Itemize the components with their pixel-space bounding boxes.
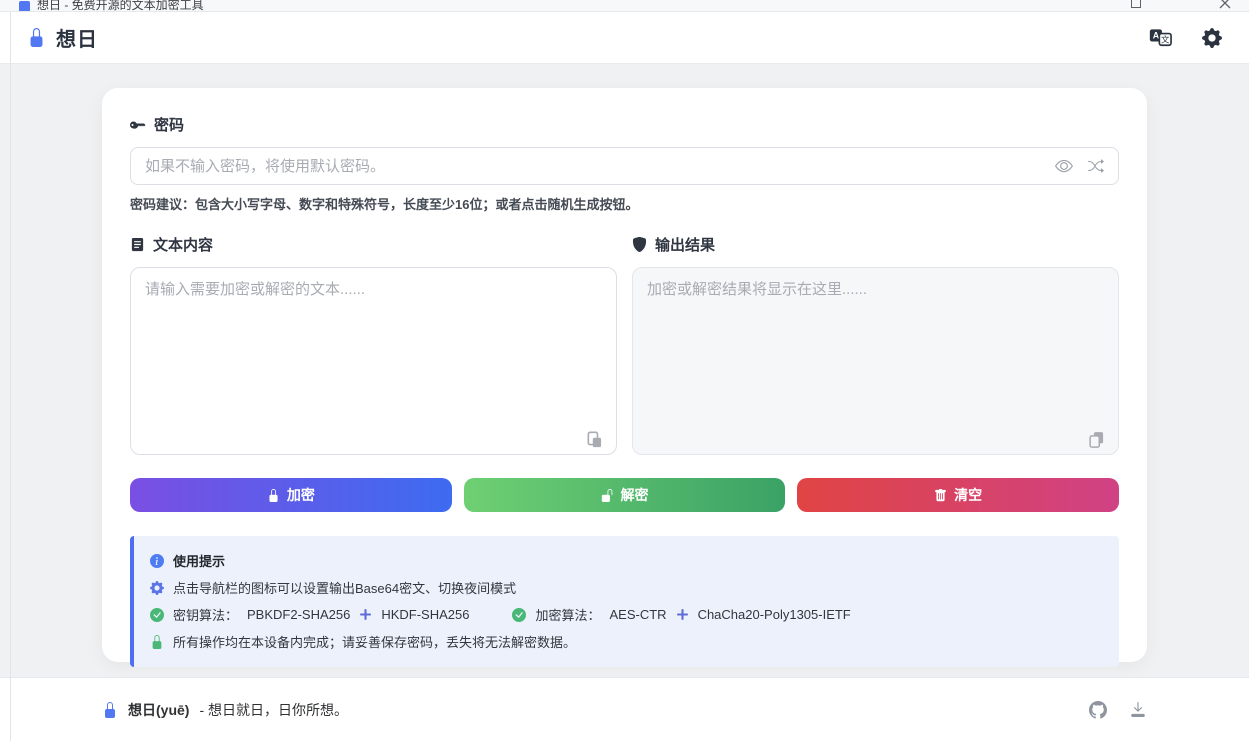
decrypt-button-label: 解密 <box>621 485 649 505</box>
cipher-algo-second: ChaCha20-Poly1305-IETF <box>698 607 851 622</box>
output-section-header: 输出结果 <box>632 234 1119 255</box>
plus-icon <box>359 608 372 621</box>
page-title: 想日 <box>56 23 98 52</box>
cipher-algo-first: AES-CTR <box>610 607 667 622</box>
footer-tagline: - 想日就日，日你所想。 <box>199 700 348 720</box>
copy-icon[interactable] <box>1088 431 1105 448</box>
encrypt-button[interactable]: 加密 <box>130 478 452 512</box>
footer-content: 想日(yuē) - 想日就日，日你所想。 <box>102 700 1147 720</box>
output-label: 输出结果 <box>655 234 715 255</box>
base64-toggle-button[interactable] <box>1149 28 1172 47</box>
tip-security-text: 所有操作均在本设备内完成；请妥善保存密码，丢失将无法解密数据。 <box>173 632 576 651</box>
app-header: 想日 <box>0 12 1249 64</box>
key-icon <box>130 117 146 133</box>
cipher-algo-label: 加密算法： <box>535 605 600 624</box>
tab-title: 想日 - 免费开源的文本加密工具 <box>37 0 204 12</box>
lock-open-icon <box>601 489 614 502</box>
tip-settings-line: 点击导航栏的图标可以设置输出Base64密文、切换夜间模式 <box>150 574 1103 601</box>
tips-title: 使用提示 <box>173 551 225 570</box>
clear-button[interactable]: 清空 <box>797 478 1119 512</box>
settings-button[interactable] <box>1202 28 1222 48</box>
cipher-algo-group: 加密算法： AES-CTR ChaCha20-Poly1305-IETF <box>512 605 850 624</box>
brand: 想日 <box>27 23 98 52</box>
tip-security-line: 所有操作均在本设备内完成；请妥善保存密码，丢失将无法解密数据。 <box>150 628 1103 655</box>
password-field-wrap <box>130 147 1119 185</box>
footer-lock-icon <box>102 702 118 718</box>
lock-closed-icon <box>267 489 280 502</box>
info-circle-icon <box>150 554 164 568</box>
plus-icon <box>676 608 689 621</box>
header-actions <box>1149 28 1222 48</box>
app-lock-icon <box>27 28 46 47</box>
window-edge-line <box>10 12 11 741</box>
key-algo-group: 密钥算法： PBKDF2-SHA256 HKDF-SHA256 <box>150 605 469 624</box>
gear-small-icon <box>150 581 164 595</box>
key-algo-label: 密钥算法： <box>173 605 238 624</box>
usage-tips-box: 使用提示 点击导航栏的图标可以设置输出Base64密文、切换夜间模式 密钥算法：… <box>130 536 1119 667</box>
output-panel: 输出结果 <box>632 234 1119 460</box>
browser-titlebar: 想日 - 免费开源的文本加密工具 <box>0 0 1249 12</box>
window-close-button[interactable] <box>1219 0 1231 9</box>
password-section-header: 密码 <box>130 114 1119 135</box>
tip-title-line: 使用提示 <box>150 547 1103 574</box>
action-buttons: 加密 解密 清空 <box>130 478 1119 512</box>
text-panels: 文本内容 输出结果 <box>130 234 1119 460</box>
input-panel: 文本内容 <box>130 234 617 460</box>
check-circle-icon <box>512 608 526 622</box>
app-footer: 想日(yuē) - 想日就日，日你所想。 <box>0 677 1249 741</box>
shield-icon <box>632 237 647 252</box>
download-icon[interactable] <box>1129 701 1147 719</box>
check-circle-icon <box>150 608 164 622</box>
github-icon[interactable] <box>1089 701 1107 719</box>
document-icon <box>130 237 145 252</box>
decrypt-button[interactable]: 解密 <box>464 478 786 512</box>
translate-az-icon <box>1149 28 1172 47</box>
encrypt-button-label: 加密 <box>287 485 315 505</box>
tab-favicon-icon <box>19 1 30 12</box>
tip-settings-text: 点击导航栏的图标可以设置输出Base64密文、切换夜间模式 <box>173 578 516 597</box>
clear-button-label: 清空 <box>954 485 982 505</box>
input-textarea-wrap <box>130 267 617 460</box>
shuffle-icon[interactable] <box>1088 158 1104 174</box>
lock-green-icon <box>150 635 164 649</box>
input-textarea[interactable] <box>130 267 617 455</box>
password-field-icons <box>1055 147 1104 185</box>
window-maximize-button[interactable] <box>1131 0 1141 8</box>
input-label: 文本内容 <box>153 234 213 255</box>
output-textarea[interactable] <box>632 267 1119 455</box>
footer-links <box>1089 701 1147 719</box>
output-textarea-wrap <box>632 267 1119 460</box>
tip-algorithms-line: 密钥算法： PBKDF2-SHA256 HKDF-SHA256 加密算法： AE… <box>150 601 1103 628</box>
password-label: 密码 <box>154 114 184 135</box>
gear-icon <box>1202 28 1222 48</box>
input-section-header: 文本内容 <box>130 234 617 255</box>
main-area: 密码 密码建议：包含大小写字母、数字和特殊符号，长度至少16位；或者点击随机生成… <box>0 64 1249 677</box>
footer-brand: 想日(yuē) <box>128 700 189 720</box>
key-algo-second: HKDF-SHA256 <box>381 607 469 622</box>
eye-icon[interactable] <box>1055 157 1073 175</box>
trash-icon <box>934 489 947 502</box>
paste-icon[interactable] <box>586 431 603 448</box>
password-input[interactable] <box>130 147 1119 185</box>
encryption-card: 密码 密码建议：包含大小写字母、数字和特殊符号，长度至少16位；或者点击随机生成… <box>102 88 1147 662</box>
password-hint: 密码建议：包含大小写字母、数字和特殊符号，长度至少16位；或者点击随机生成按钮。 <box>130 194 1119 213</box>
key-algo-first: PBKDF2-SHA256 <box>247 607 350 622</box>
